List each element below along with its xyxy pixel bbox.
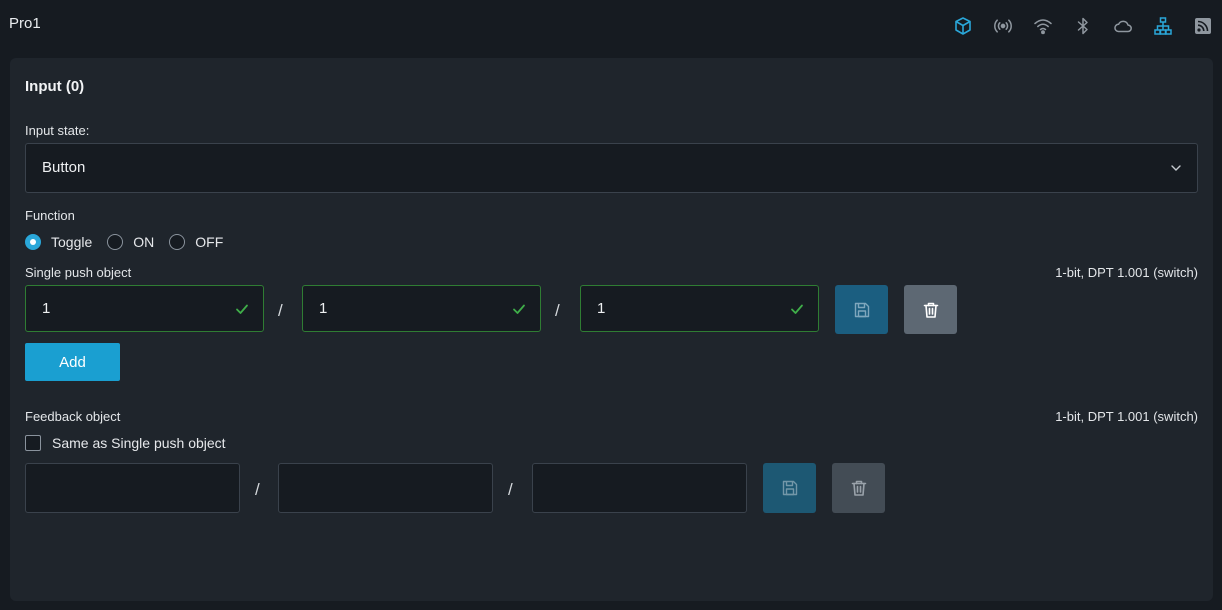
trash-icon [851,480,866,496]
single-push-middle-group[interactable] [302,285,541,332]
input-state-value: Button [42,159,86,176]
feedback-type-info: 1-bit, DPT 1.001 (switch) [1055,409,1198,424]
radio-toggle-label: Toggle [51,234,93,250]
check-icon [513,304,525,314]
status-icons [943,15,1222,37]
radio-toggle[interactable]: Toggle [25,234,92,250]
single-push-main-group[interactable] [25,285,264,332]
single-push-sub-group[interactable] [580,285,819,332]
save-button[interactable] [835,285,888,334]
input-card: Input (0) Input state: Button Function T… [10,58,1213,601]
function-radio-group: Toggle ON OFF [25,234,238,250]
same-as-checkbox[interactable] [25,435,41,451]
single-push-type-info: 1-bit, DPT 1.001 (switch) [1055,265,1198,280]
check-icon [791,304,803,314]
card-title: Input (0) [25,78,85,95]
feedback-save-button[interactable] [763,463,816,513]
address-separator: / [555,301,560,320]
radio-dot [107,234,124,250]
cube-icon[interactable] [943,15,983,37]
address-separator: / [278,301,283,320]
radio-off-label: OFF [195,234,224,250]
network-icon[interactable] [1143,15,1183,37]
feedback-middle-group[interactable] [278,463,493,513]
save-icon [782,480,797,496]
feedback-main-input[interactable] [26,464,239,512]
feedback-middle-input[interactable] [279,464,492,512]
add-button[interactable]: Add [25,343,120,381]
function-label: Function [25,208,75,223]
check-icon [236,304,248,314]
feedback-delete-button[interactable] [832,463,885,513]
single-push-main-input[interactable] [26,286,263,331]
same-as-row: Same as Single push object [25,435,226,451]
bluetooth-icon[interactable] [1063,15,1103,37]
top-bar: Pro1 [0,0,1222,56]
wifi-icon[interactable] [1023,15,1063,37]
chevron-down-icon [1171,165,1181,171]
address-separator: / [508,480,513,499]
feedback-sub-group[interactable] [532,463,747,513]
radio-on[interactable]: ON [107,234,154,250]
trash-icon [923,302,938,318]
single-push-middle-input[interactable] [303,286,540,331]
same-as-label: Same as Single push object [52,435,226,451]
radio-off[interactable]: OFF [169,234,223,250]
feedback-sub-input[interactable] [533,464,746,512]
broadcast-icon[interactable] [983,15,1023,37]
feedback-label: Feedback object [25,409,121,424]
radio-on-label: ON [133,234,155,250]
rss-icon[interactable] [1183,15,1222,37]
input-state-select[interactable]: Button [25,143,1198,193]
feedback-main-group[interactable] [25,463,240,513]
single-push-sub-input[interactable] [581,286,818,331]
app-title: Pro1 [9,15,41,32]
input-state-label: Input state: [25,123,90,138]
save-icon [854,302,869,317]
cloud-icon[interactable] [1103,15,1143,37]
delete-button[interactable] [904,285,957,334]
address-separator: / [255,480,260,499]
radio-dot [169,234,186,250]
radio-dot [25,234,41,250]
single-push-label: Single push object [25,265,132,280]
